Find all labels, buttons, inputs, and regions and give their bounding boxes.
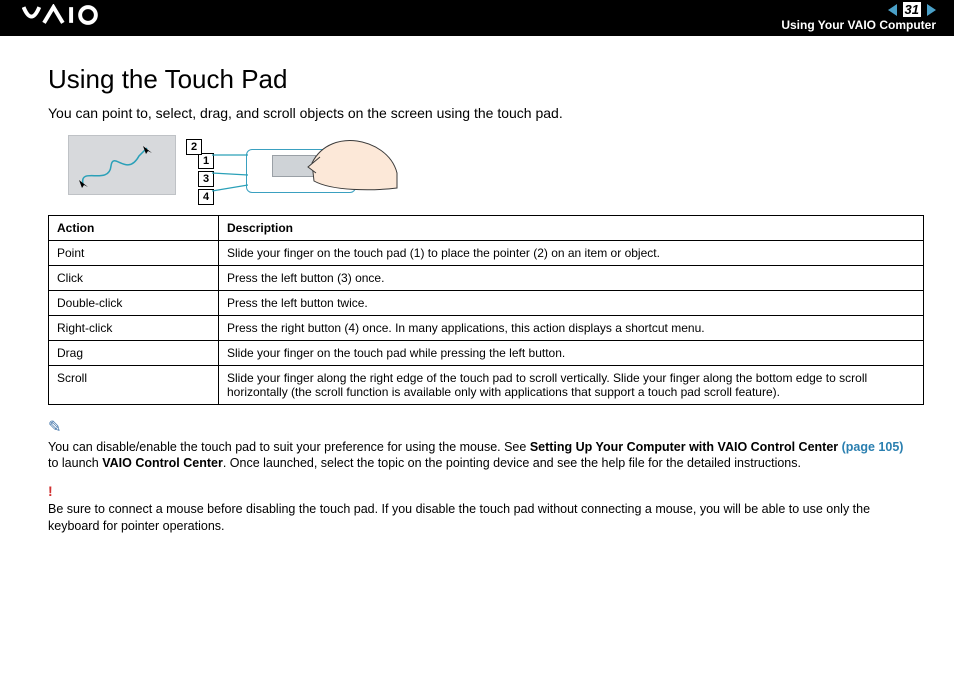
note-bold2: VAIO Control Center <box>102 456 223 470</box>
table-row: ClickPress the left button (3) once. <box>49 266 924 291</box>
header-bar: 31 Using Your VAIO Computer <box>0 0 954 36</box>
col-action: Action <box>49 216 219 241</box>
touchpad-illustration <box>242 135 420 205</box>
table-row: DragSlide your finger on the touch pad w… <box>49 341 924 366</box>
actions-table: Action Description PointSlide your finge… <box>48 215 924 405</box>
cell-action: Scroll <box>49 366 219 405</box>
cell-description: Press the left button (3) once. <box>219 266 924 291</box>
table-row: ScrollSlide your finger along the right … <box>49 366 924 405</box>
warning-icon: ! <box>48 483 53 499</box>
callout-lines-icon <box>208 149 248 199</box>
page-title: Using the Touch Pad <box>48 64 914 95</box>
cell-description: Press the right button (4) once. In many… <box>219 316 924 341</box>
page-number: 31 <box>903 2 921 17</box>
page-nav: 31 <box>888 2 936 17</box>
cursor-path-icon <box>69 136 177 196</box>
note-icon: ✎ <box>48 419 61 436</box>
cell-description: Slide your finger along the right edge o… <box>219 366 924 405</box>
cell-action: Right-click <box>49 316 219 341</box>
note-mid: to launch <box>48 456 102 470</box>
next-page-icon[interactable] <box>927 4 936 16</box>
note-pre: You can disable/enable the touch pad to … <box>48 440 530 454</box>
note-link[interactable]: (page 105) <box>842 440 904 454</box>
table-row: Double-clickPress the left button twice. <box>49 291 924 316</box>
cell-description: Slide your finger on the touch pad (1) t… <box>219 241 924 266</box>
hand-icon <box>302 133 402 193</box>
vaio-logo-svg <box>22 4 116 26</box>
section-title: Using Your VAIO Computer <box>781 18 936 32</box>
table-row: Right-clickPress the right button (4) on… <box>49 316 924 341</box>
table-header-row: Action Description <box>49 216 924 241</box>
cell-action: Click <box>49 266 219 291</box>
warning-block: ! Be sure to connect a mouse before disa… <box>48 482 914 535</box>
diagram-row: 2 1 3 4 <box>68 135 914 205</box>
note-bold1: Setting Up Your Computer with VAIO Contr… <box>530 440 842 454</box>
warning-text: Be sure to connect a mouse before disabl… <box>48 502 870 533</box>
prev-page-icon[interactable] <box>888 4 897 16</box>
screen-illustration <box>68 135 176 195</box>
callout-2: 2 <box>186 139 202 155</box>
intro-text: You can point to, select, drag, and scro… <box>48 105 914 121</box>
note-block: ✎ You can disable/enable the touch pad t… <box>48 417 914 472</box>
cell-description: Press the left button twice. <box>219 291 924 316</box>
diagram-screen: 2 <box>68 135 176 195</box>
cell-description: Slide your finger on the touch pad while… <box>219 341 924 366</box>
cell-action: Drag <box>49 341 219 366</box>
table-row: PointSlide your finger on the touch pad … <box>49 241 924 266</box>
page-content: Using the Touch Pad You can point to, se… <box>0 36 954 555</box>
cell-action: Double-click <box>49 291 219 316</box>
col-description: Description <box>219 216 924 241</box>
note-post: . Once launched, select the topic on the… <box>223 456 801 470</box>
cell-action: Point <box>49 241 219 266</box>
vaio-logo <box>22 4 116 32</box>
